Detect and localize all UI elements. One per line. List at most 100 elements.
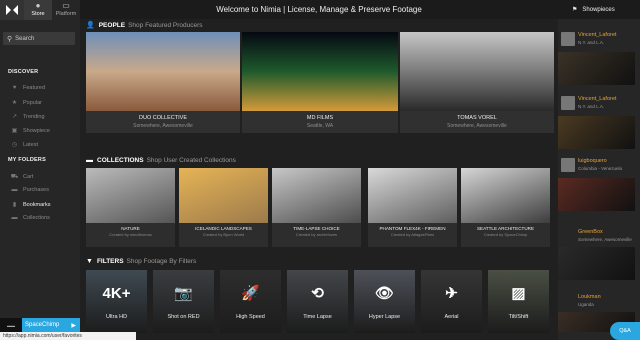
nimia-logo[interactable]	[0, 0, 24, 20]
filter-high-speed[interactable]: 🚀 High Speed	[220, 270, 281, 333]
filter-aerial[interactable]: ✈ Aerial	[421, 270, 482, 333]
showpiece-user[interactable]: GreenBox Somewhere, Awesomeville	[561, 228, 637, 248]
left-sidebar: ● Store ▭ Platform ⚲ Search DISCOVER ♥ F…	[0, 0, 80, 340]
filter-ultra-hd[interactable]: 4K+ Ultra HD	[86, 270, 147, 333]
showpiece-icon: ▣	[11, 128, 18, 134]
showpiece-thumbnail[interactable]	[558, 178, 635, 211]
producer-location: Somewhere, Awesomeville	[133, 123, 193, 129]
user-location: N.Y. and L.A.	[578, 40, 605, 45]
search-input[interactable]: ⚲ Search	[3, 32, 75, 45]
filter-label: Tilt/Shift	[508, 314, 529, 320]
collection-card[interactable]: ICELANDIC LANDSCAPES Created by Bjorn Wo…	[179, 168, 268, 247]
producer-location: Somewhere, Awesomeville	[447, 123, 507, 129]
sidebar-item-showpiece[interactable]: ▣ Showpiece	[10, 127, 50, 135]
play-icon: ▶	[71, 322, 76, 329]
sidebar-item-trending[interactable]: ↗ Trending	[10, 113, 45, 121]
tab-platform[interactable]: ▭ Platform	[52, 0, 80, 20]
avatar	[561, 158, 575, 172]
collection-card[interactable]: NATURE Created by mindthomas	[86, 168, 175, 247]
tab-store[interactable]: ● Store	[24, 0, 52, 20]
showpiece-thumbnail[interactable]	[558, 116, 635, 149]
collections-section-heading: ▬ COLLECTIONS Shop User Created Collecti…	[86, 157, 236, 164]
sidebar-item-label: Purchases	[23, 187, 49, 193]
collections-subtitle[interactable]: Shop User Created Collections	[147, 157, 236, 164]
producer-location: Seattle, WA	[306, 123, 334, 129]
showpiece-user[interactable]: Vincent_Laforet N.Y. and L.A.	[561, 95, 637, 115]
filter-hyper-lapse[interactable]: 👁 Hyper Lapse	[354, 270, 415, 333]
avatar	[561, 32, 575, 46]
filter-time-lapse[interactable]: ⟲ Time Lapse	[287, 270, 348, 333]
bookmark-icon: ▮	[12, 202, 17, 208]
folder-icon: ▬	[11, 187, 18, 193]
eye-icon: 👁	[374, 285, 395, 302]
user-name: Vincent_Laforet	[578, 96, 617, 102]
heart-icon: ♥	[12, 85, 17, 91]
user-location: Somewhere, Awesomeville	[578, 237, 632, 242]
camera-icon: 📷	[174, 285, 193, 302]
promo-logo: ▬▬	[0, 318, 22, 332]
sidebar-item-cart[interactable]: ⛟ Cart	[10, 173, 34, 181]
filters-subtitle[interactable]: Shop Footage By Filters	[127, 258, 197, 265]
filter-label: Ultra HD	[105, 314, 128, 320]
showpiece-user[interactable]: Loukman Uganda	[561, 293, 637, 313]
showpiece-thumbnail[interactable]	[558, 247, 635, 280]
sidebar-item-latest[interactable]: ◷ Latest	[10, 141, 38, 149]
flag-icon: ⚑	[572, 7, 578, 13]
user-location: Columbia - Venezuela	[578, 166, 623, 171]
collection-name: TIME-LAPSE CHOICE	[293, 226, 340, 231]
producer-card[interactable]: DUO COLLECTIVE Somewhere, Awesomeville	[86, 32, 240, 133]
avatar	[561, 96, 575, 110]
collection-card[interactable]: TIME-LAPSE CHOICE Created by archiefuzes	[272, 168, 361, 247]
collection-thumbnail	[368, 168, 457, 223]
showpieces-heading: ⚑ Showpieces	[558, 0, 640, 19]
collection-creator: Created by Bjorn World	[202, 232, 245, 237]
showpiece-thumbnail[interactable]	[558, 52, 635, 85]
people-title: PEOPLE	[98, 21, 126, 29]
clock-icon: ◷	[11, 142, 18, 148]
cart-icon: ⛟	[10, 174, 19, 180]
qa-button[interactable]: Q&A	[610, 322, 640, 340]
page-title: Welcome to Nimia | License, Manage & Pre…	[80, 0, 558, 19]
showpiece-user[interactable]: Vincent_Laforet N.Y. and L.A.	[561, 31, 637, 51]
producer-card[interactable]: TOMAS VOREL Somewhere, Awesomeville	[400, 32, 554, 133]
collection-card[interactable]: SEATTLE ARCHITECTURE Created by SpaceChi…	[461, 168, 550, 247]
collection-thumbnail	[86, 168, 175, 223]
showpiece-user[interactable]: luigboquero Columbia - Venezuela	[561, 157, 637, 177]
filter-tilt-shift[interactable]: ▨ Tilt/Shift	[488, 270, 549, 333]
user-icon: 👤	[86, 22, 95, 29]
sidebar-item-label: Cart	[23, 174, 34, 180]
producer-card[interactable]: MD FILMS Seattle, WA	[242, 32, 398, 133]
monitor-icon: ▭	[62, 1, 70, 10]
user-name: Vincent_Laforet	[578, 32, 617, 38]
collections-title: COLLECTIONS	[97, 157, 144, 164]
people-section-heading: 👤 PEOPLE Shop Featured Producers	[86, 21, 203, 30]
search-placeholder: Search	[15, 35, 35, 42]
people-subtitle[interactable]: Shop Featured Producers	[128, 22, 202, 29]
filter-label: Hyper Lapse	[368, 314, 401, 320]
image-icon: ▨	[511, 285, 526, 302]
my-folders-heading: MY FOLDERS	[8, 157, 46, 163]
promo-banner[interactable]: ▬▬ SpaceChimp ▶	[0, 318, 80, 332]
sidebar-item-purchases[interactable]: ▬ Purchases	[10, 187, 50, 193]
filter-label: Shot on RED	[167, 314, 200, 320]
sidebar-item-bookmarks[interactable]: ▮ Bookmarks	[10, 201, 51, 209]
sidebar-item-collections[interactable]: ▬ Collections	[10, 215, 50, 221]
user-name: Loukman	[578, 294, 601, 300]
folder-icon: ▬	[86, 157, 93, 164]
producer-thumbnail	[400, 32, 554, 111]
star-icon: ★	[11, 100, 18, 106]
producer-thumbnail	[242, 32, 398, 111]
filter-label: High Speed	[236, 314, 265, 320]
discover-heading: DISCOVER	[8, 69, 39, 75]
collection-thumbnail	[272, 168, 361, 223]
sidebar-item-featured[interactable]: ♥ Featured	[10, 85, 45, 91]
filter-shot-on-red[interactable]: 📷 Shot on RED	[153, 270, 214, 333]
sidebar-item-popular[interactable]: ★ Popular	[10, 99, 42, 107]
filter-icon: ▼	[86, 258, 93, 265]
folder-icon: ▬	[11, 215, 18, 221]
collection-card[interactable]: PHANTOM FLEX4K - FIREMEN Created by Atla…	[368, 168, 457, 247]
collection-name: SEATTLE ARCHITECTURE	[476, 226, 535, 231]
trending-icon: ↗	[11, 114, 18, 120]
tab-store-label: Store	[31, 11, 45, 17]
collection-name: NATURE	[121, 226, 140, 231]
